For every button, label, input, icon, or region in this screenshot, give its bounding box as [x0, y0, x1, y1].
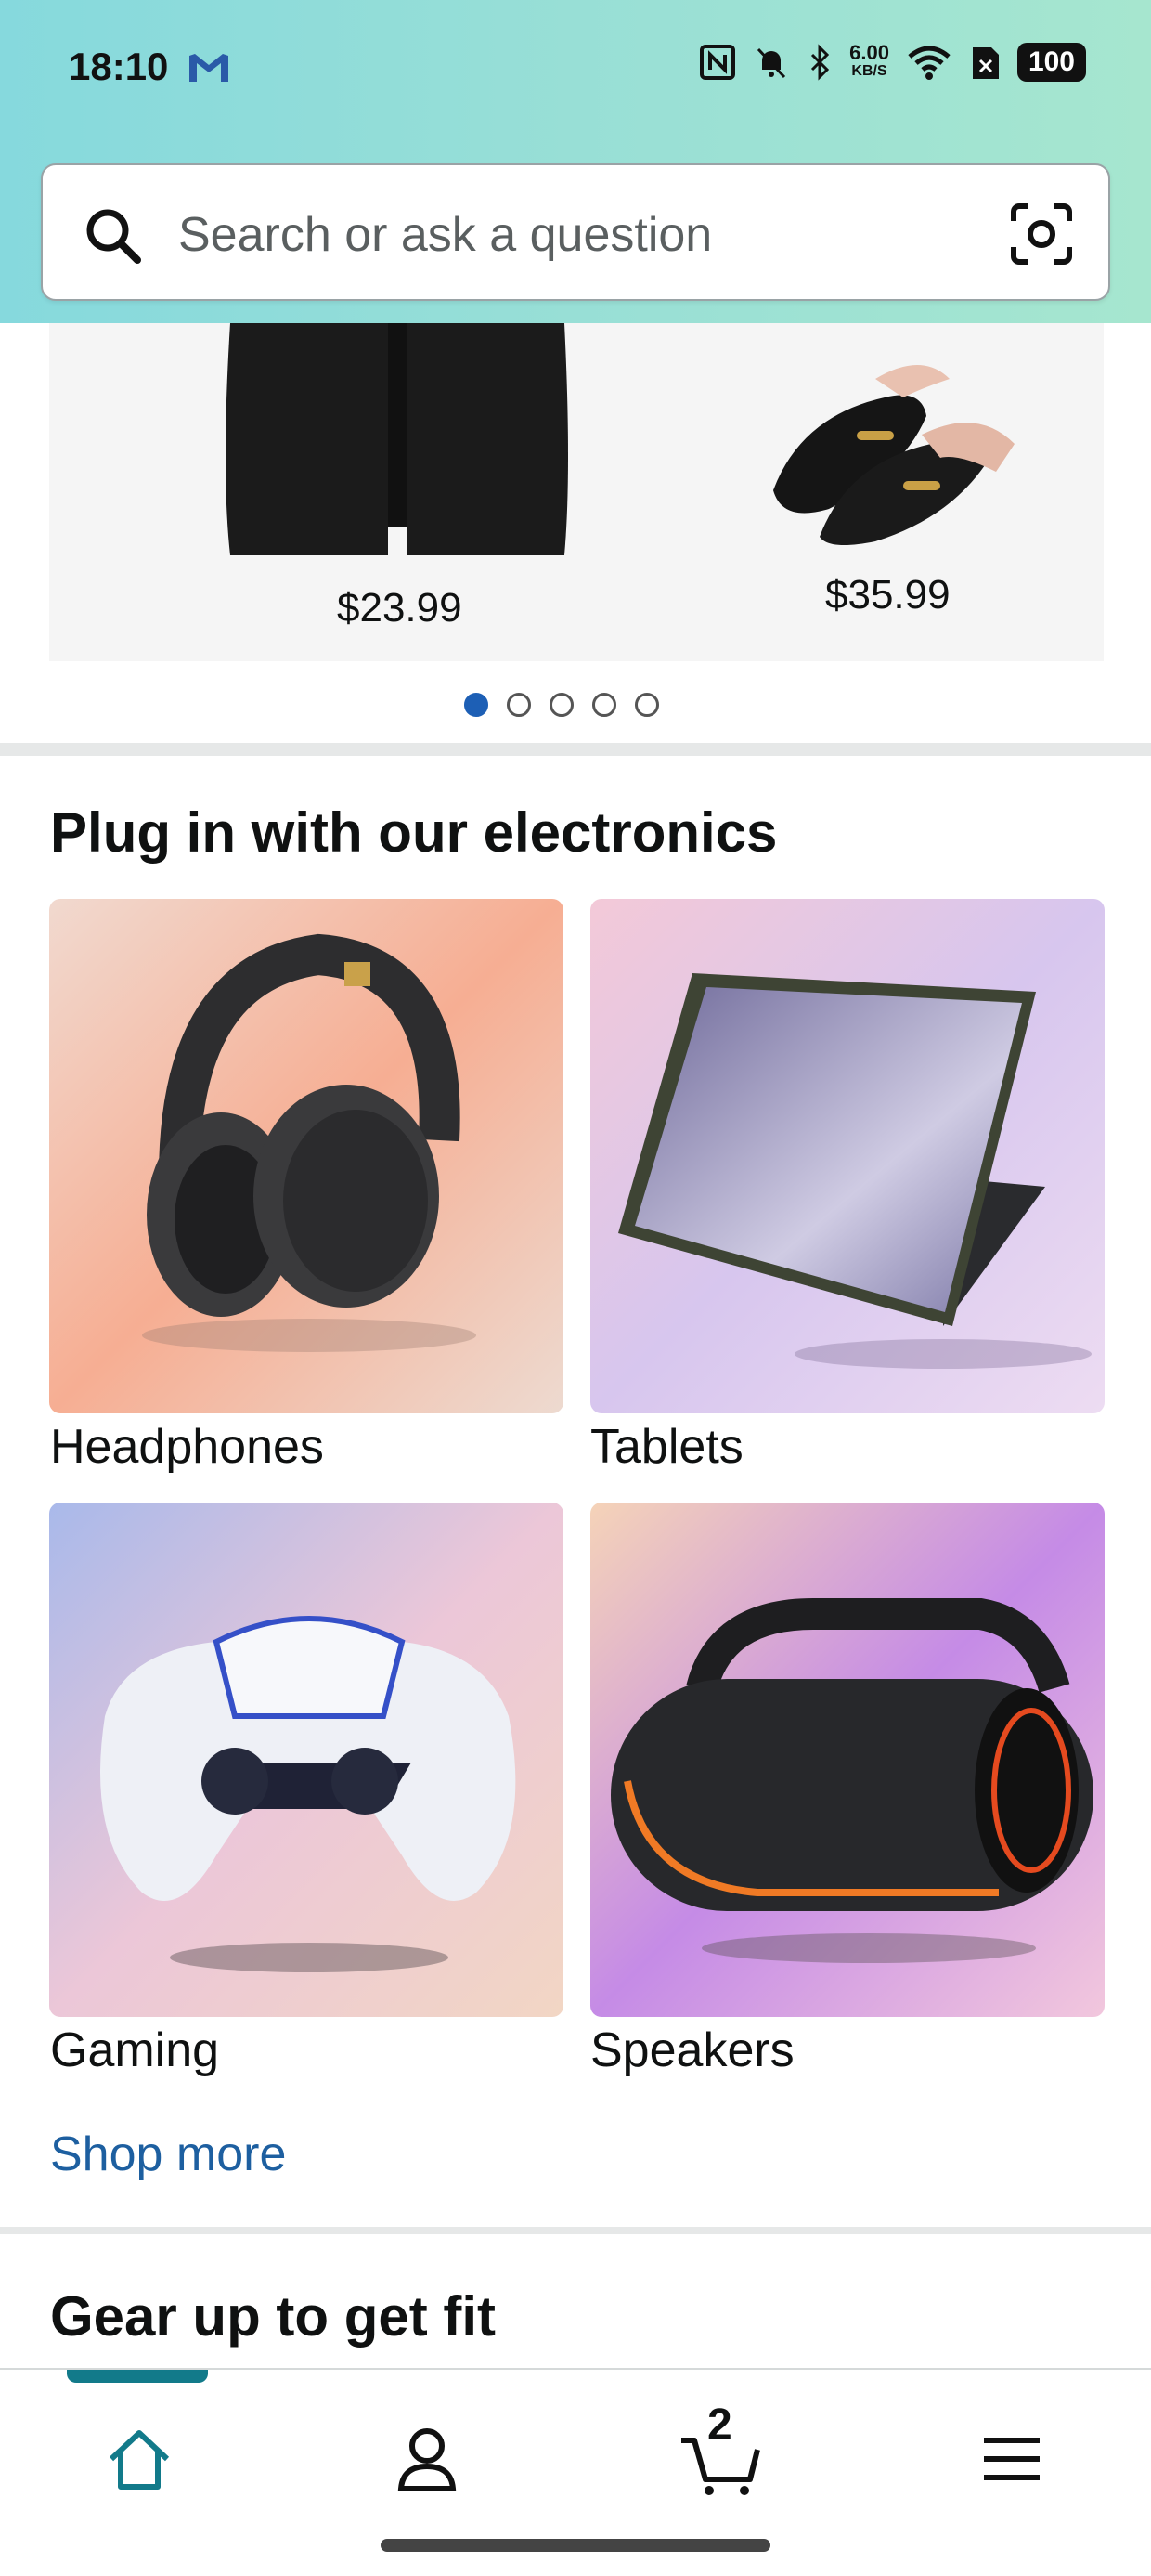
search-icon	[86, 209, 141, 264]
section-title: Gear up to get fit	[50, 2285, 496, 2348]
gesture-home-bar[interactable]	[381, 2539, 770, 2552]
section-divider	[0, 743, 1151, 756]
sim-off-icon	[972, 47, 999, 79]
category-tile-gaming[interactable]	[49, 1503, 563, 2017]
tablet-image	[590, 899, 1105, 1413]
menu-icon	[984, 2438, 1040, 2480]
headphones-image	[49, 899, 563, 1413]
camera-lens-icon[interactable]	[1010, 202, 1073, 266]
speaker-image	[590, 1503, 1105, 2017]
nav-home[interactable]	[93, 2413, 186, 2505]
product-price: $35.99	[825, 572, 951, 618]
category-label[interactable]: Speakers	[590, 2023, 795, 2078]
carousel-pagination	[464, 693, 659, 717]
cart-count-badge: 2	[707, 2400, 732, 2450]
home-icon	[109, 2430, 170, 2490]
section-title: Plug in with our electronics	[50, 801, 778, 864]
deals-carousel[interactable]: $23.99 $35.99	[49, 323, 1104, 661]
carousel-dot[interactable]	[464, 693, 488, 717]
section-divider	[0, 2227, 1151, 2234]
search-input[interactable]	[176, 197, 997, 273]
wifi-icon	[908, 46, 951, 80]
header: 18:10 6.00 KB/S 100 Search or ask a ques…	[0, 0, 1151, 323]
shop-more-link[interactable]: Shop more	[50, 2127, 286, 2182]
carousel-dot[interactable]	[592, 693, 616, 717]
product-price: $23.99	[337, 585, 462, 631]
battery-icon: 100	[1016, 43, 1086, 82]
search-bar[interactable]	[41, 163, 1110, 301]
network-speed: 6.00 KB/S	[849, 41, 889, 80]
carousel-dot[interactable]	[550, 693, 574, 717]
category-label[interactable]: Tablets	[590, 1419, 744, 1475]
bluetooth-icon	[811, 44, 830, 81]
active-tab-indicator	[67, 2370, 208, 2383]
nfc-icon	[700, 45, 736, 80]
status-bar: 18:10 6.00 KB/S 100	[0, 0, 1151, 139]
category-tile-headphones[interactable]	[49, 899, 563, 1413]
carousel-dot[interactable]	[507, 693, 531, 717]
status-icons: 6.00 KB/S 100	[699, 43, 1086, 82]
nav-account[interactable]	[381, 2413, 473, 2505]
category-label[interactable]: Gaming	[50, 2023, 219, 2078]
product-image-loafers[interactable]	[764, 342, 1042, 546]
category-tile-tablets[interactable]	[590, 899, 1105, 1413]
controller-image	[49, 1503, 563, 2017]
account-icon	[397, 2428, 457, 2491]
status-time: 18:10	[69, 45, 169, 88]
nav-menu[interactable]	[965, 2413, 1058, 2505]
category-label[interactable]: Headphones	[50, 1419, 324, 1475]
product-image-shorts[interactable]	[175, 323, 629, 555]
gmail-icon	[189, 54, 228, 82]
category-tile-speakers[interactable]	[590, 1503, 1105, 2017]
carousel-dot[interactable]	[635, 693, 659, 717]
bell-off-icon	[757, 47, 786, 79]
